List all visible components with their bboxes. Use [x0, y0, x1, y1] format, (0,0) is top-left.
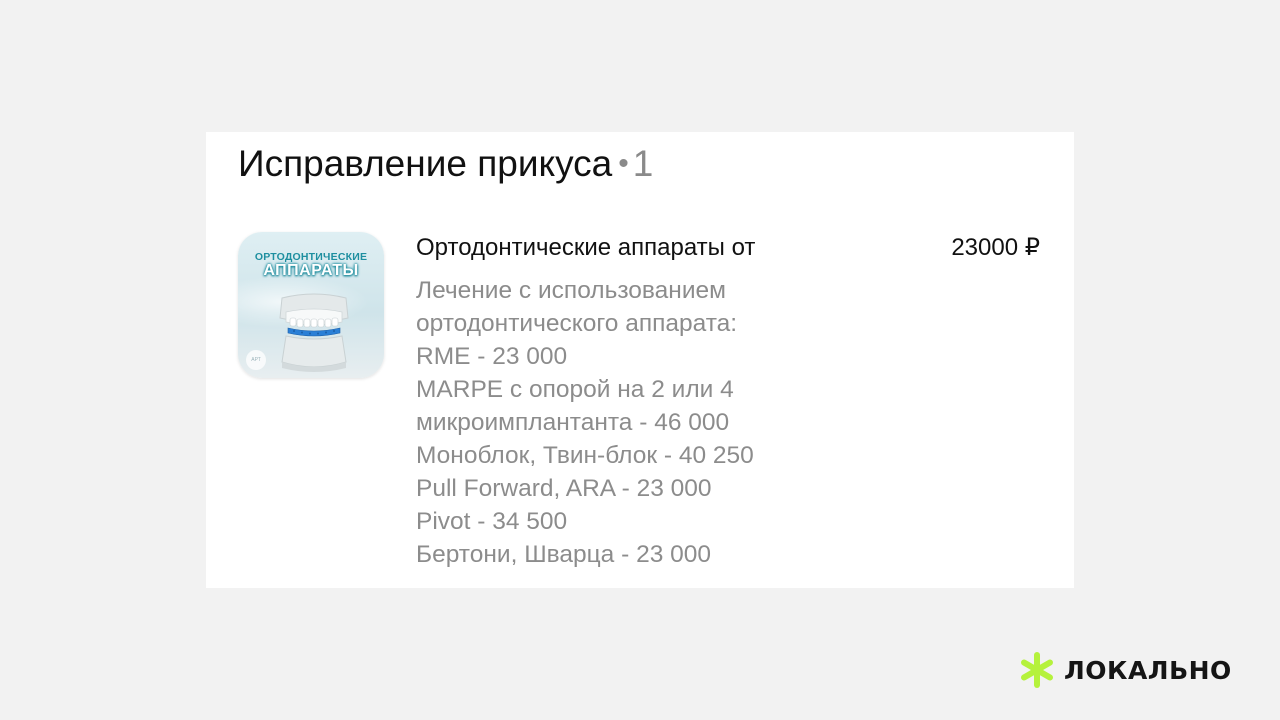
image-caption-line2: АППАРАТЫ — [263, 262, 359, 279]
services-card: Исправление прикуса • 1 ОРТОДОНТИЧЕСКИЕ АП… — [206, 132, 1074, 588]
description-line: RME - 23 000 — [416, 343, 568, 370]
section-count: 1 — [632, 143, 654, 184]
service-image[interactable]: ОРТОДОНТИЧЕСКИЕ АППАРАТЫ АРТ — [238, 232, 384, 378]
service-name[interactable]: Ортодонтические аппараты от — [416, 230, 755, 266]
section-title-text: Исправление прикуса — [238, 143, 613, 184]
asterisk-icon — [1021, 652, 1053, 688]
page: Исправление прикуса • 1 ОРТОДОНТИЧЕСКИЕ АП… — [0, 0, 1280, 720]
clinic-logo: АРТ — [246, 350, 266, 370]
description-line: микроимплантанта - 46 000 — [416, 409, 730, 436]
description-line: Pivot - 34 500 — [416, 508, 568, 535]
description-line: Моноблок, Твин-блок - 40 250 — [416, 442, 754, 469]
brand-logo: ЛОКАЛЬНО — [1018, 650, 1232, 690]
description-line: ортодонтического аппарата: — [416, 310, 738, 337]
description-line: Pull Forward, ARA - 23 000 — [416, 475, 712, 502]
separator-dot: • — [618, 147, 629, 180]
brand-name: ЛОКАЛЬНО — [1064, 655, 1232, 685]
description-line: MARPE с опорой на 2 или 4 — [416, 376, 734, 403]
dental-model-icon — [279, 293, 349, 372]
service-price: 23000 ₽ — [951, 234, 1040, 261]
section-title: Исправление прикуса • 1 — [238, 140, 653, 188]
service-description: Лечение с использованием ортодонтическог… — [416, 274, 754, 571]
description-line: Лечение с использованием — [416, 277, 726, 304]
description-line: Бертони, Шварца - 23 000 — [416, 541, 712, 568]
